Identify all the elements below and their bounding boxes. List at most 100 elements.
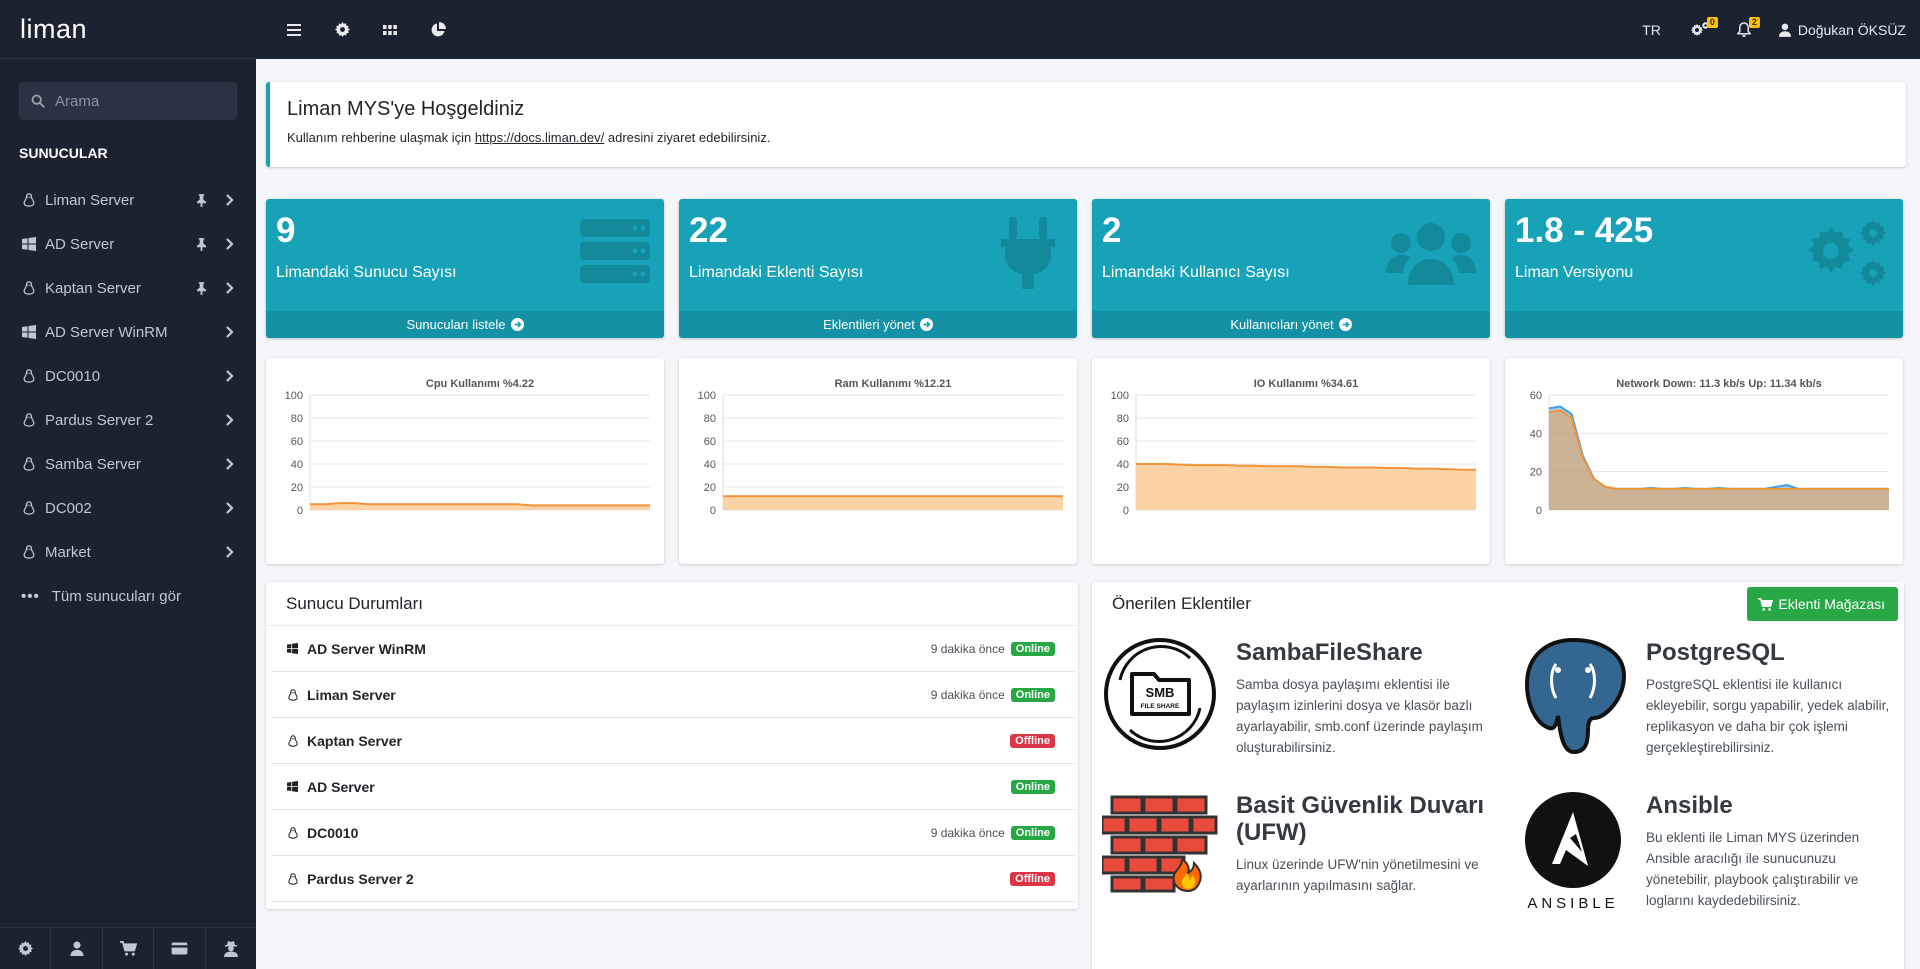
- stat-label: Limandaki Kullanıcı Sayısı: [1102, 264, 1290, 281]
- extensions-nav-button[interactable]: [366, 10, 414, 50]
- postgresql-logo[interactable]: [1516, 634, 1630, 758]
- system-settings-button[interactable]: 0: [1690, 17, 1718, 37]
- ram-usage-chart: Ram Kullanımı %12.21 0 20 40 60 80 100: [698, 378, 1063, 517]
- samba-file-share-logo[interactable]: SMB FILE SHARE: [1102, 636, 1218, 752]
- extension-title: PostgreSQL: [1646, 639, 1785, 666]
- server-status-row[interactable]: DC0010 9 dakika önce Online: [272, 810, 1075, 856]
- pin-button[interactable]: [196, 237, 207, 251]
- welcome-callout: Liman MYS'ye Hoşgeldiniz Kullanım rehber…: [266, 82, 1906, 167]
- stat-label: Limandaki Sunucu Sayısı: [276, 264, 457, 281]
- footer-payment-button[interactable]: [154, 928, 206, 969]
- linux-icon: [23, 413, 34, 427]
- linux-icon-wrap: [21, 281, 36, 296]
- brand-logo[interactable]: liman: [0, 0, 256, 59]
- cpu-chart-card: Cpu Kullanımı %4.22 0 20 40 60 80 100: [266, 358, 664, 564]
- y-tick-label: 80: [704, 413, 716, 425]
- server-icon: [580, 219, 650, 283]
- search-input[interactable]: [55, 92, 225, 110]
- chevron-right-icon: [226, 370, 234, 382]
- expand-button[interactable]: [225, 282, 234, 294]
- sidebar-item-server[interactable]: Liman Server: [0, 178, 256, 222]
- pin-icon: [196, 193, 207, 207]
- windows-icon: [21, 237, 36, 251]
- sidebar-item-server[interactable]: AD Server WinRM: [0, 310, 256, 354]
- extension-desc: Linux üzerinde UFW'nin yönetilmesini ve …: [1236, 857, 1479, 893]
- expand-button[interactable]: [225, 370, 234, 382]
- pin-button[interactable]: [196, 281, 207, 295]
- sidebar-all-servers-link[interactable]: ••• Tüm sunucuları gör: [0, 574, 256, 618]
- sidebar-item-server[interactable]: DC002: [0, 486, 256, 530]
- menu-icon: [287, 23, 301, 36]
- samba-logo-subtext: FILE SHARE: [1141, 703, 1180, 710]
- os-icon: [287, 826, 299, 839]
- expand-button[interactable]: [225, 502, 234, 514]
- extension-desc: Samba dosya paylaşımı eklentisi ile payl…: [1236, 677, 1483, 755]
- sidebar-item-server[interactable]: Kaptan Server: [0, 266, 256, 310]
- network-chart-card: Network Down: 11.3 kb/s Up: 11.34 kb/s 0 2…: [1505, 358, 1903, 564]
- extension-item-ansible[interactable]: Ansible Bu eklenti ile Liman MYS üzerind…: [1646, 792, 1896, 911]
- extension-item-ufw[interactable]: Basit Güvenlik Duvarı (UFW) Linux üzerin…: [1236, 792, 1498, 896]
- stat-value: 22: [689, 211, 728, 250]
- series-area: [1549, 410, 1889, 510]
- sidebar-item-label: DC0010: [45, 367, 101, 385]
- language-switch[interactable]: TR: [1642, 22, 1661, 38]
- sidebar-item-server[interactable]: AD Server: [0, 222, 256, 266]
- sidebar-item-server[interactable]: Market: [0, 530, 256, 574]
- footer-settings-button[interactable]: [0, 928, 52, 969]
- extension-item-samba[interactable]: SambaFileShare Samba dosya paylaşımı ekl…: [1236, 639, 1491, 758]
- stats-nav-button[interactable]: [414, 10, 462, 50]
- server-status-row[interactable]: AD Server WinRM 9 dakika önce Online: [272, 626, 1075, 672]
- expand-button[interactable]: [225, 194, 234, 206]
- os-icon: [287, 688, 299, 701]
- ansible-logo[interactable]: ANSIBLE: [1516, 790, 1630, 914]
- last-seen: 9 dakika önce: [930, 641, 1005, 656]
- sidebar-server-list: Liman Server AD Server Kaptan Server AD …: [0, 178, 256, 574]
- topbar: TR 0 2 Doğukan ÖKSÜZ: [256, 0, 1920, 59]
- footer-market-button[interactable]: [103, 928, 155, 969]
- linux-icon: [288, 872, 298, 885]
- notifications-button[interactable]: 2: [1736, 17, 1760, 37]
- expand-button[interactable]: [225, 458, 234, 470]
- users-icon: [1386, 223, 1476, 285]
- main-content: Liman MYS'ye Hoşgeldiniz Kullanım rehber…: [256, 59, 1920, 969]
- os-icon: [287, 734, 299, 747]
- expand-button[interactable]: [225, 414, 234, 426]
- y-tick-label: 100: [698, 390, 716, 402]
- menu-toggle-button[interactable]: [270, 10, 318, 50]
- os-icon: [287, 781, 299, 793]
- extension-title: Basit Güvenlik Duvarı (UFW): [1236, 792, 1485, 846]
- stat-footer-label: Eklentileri yönet: [823, 317, 915, 332]
- sidebar-item-server[interactable]: Samba Server: [0, 442, 256, 486]
- server-status-row[interactable]: Liman Server 9 dakika önce Online: [272, 672, 1075, 718]
- footer-admin-button[interactable]: [206, 928, 256, 969]
- notifications-badge: 2: [1748, 17, 1760, 28]
- stat-value: 2: [1102, 211, 1122, 250]
- servers-list-link[interactable]: Sunucuları listele: [266, 311, 664, 338]
- cogs-icon: [1808, 219, 1887, 287]
- sidebar-item-server[interactable]: Pardus Server 2: [0, 398, 256, 442]
- extension-desc: PostgreSQL eklentisi ile kullanıcı ekley…: [1646, 677, 1890, 755]
- pin-icon: [196, 237, 207, 251]
- pin-button[interactable]: [196, 193, 207, 207]
- user-menu[interactable]: Doğukan ÖKSÜZ: [1778, 22, 1906, 38]
- docs-link[interactable]: https://docs.liman.dev/: [475, 130, 604, 145]
- os-icon: [287, 872, 299, 885]
- extensions-manage-link[interactable]: Eklentileri yönet: [679, 311, 1077, 338]
- settings-nav-button[interactable]: [318, 10, 366, 50]
- firewall-brick-logo[interactable]: [1102, 793, 1220, 893]
- expand-button[interactable]: [225, 238, 234, 250]
- sidebar-item-server[interactable]: DC0010: [0, 354, 256, 398]
- server-status-row[interactable]: Kaptan Server Offline: [272, 718, 1075, 764]
- server-status-row[interactable]: AD Server Online: [272, 764, 1075, 810]
- footer-profile-button[interactable]: [51, 928, 103, 969]
- extension-item-postgresql[interactable]: PostgreSQL PostgreSQL eklentisi ile kull…: [1646, 639, 1891, 758]
- windows-icon: [287, 781, 298, 792]
- expand-button[interactable]: [225, 326, 234, 338]
- extension-store-button[interactable]: Eklenti Mağazası: [1747, 587, 1898, 621]
- server-status-row[interactable]: Pardus Server 2 Offline: [272, 856, 1075, 902]
- users-manage-link[interactable]: Kullanıcıları yönet: [1092, 311, 1490, 338]
- status-badge: Offline: [1010, 871, 1055, 886]
- expand-button[interactable]: [225, 546, 234, 558]
- chevron-right-icon: [226, 458, 234, 470]
- status-badge: Online: [1010, 687, 1055, 702]
